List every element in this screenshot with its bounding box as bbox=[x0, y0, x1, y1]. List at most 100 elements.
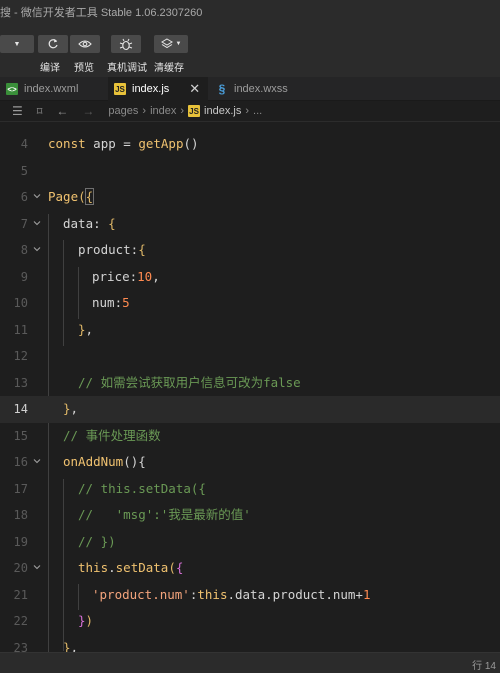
tab-label: index.wxss bbox=[234, 83, 288, 95]
line-number: 20 bbox=[13, 561, 28, 575]
fold-chevron-icon[interactable] bbox=[33, 192, 41, 200]
line-number: 10 bbox=[13, 296, 28, 310]
js-file-icon: JS bbox=[114, 83, 126, 95]
back-arrow-icon[interactable]: ← bbox=[56, 104, 68, 118]
code-text: this.setData({ bbox=[78, 560, 184, 575]
code-text: const app = getApp() bbox=[48, 136, 199, 151]
fold-chevron-icon[interactable] bbox=[33, 219, 41, 227]
code-line: 19 // }) bbox=[0, 529, 500, 556]
clear-cache-label: 清缓存 bbox=[154, 63, 184, 74]
bug-icon bbox=[119, 38, 133, 50]
js-file-icon: JS bbox=[188, 105, 201, 117]
line-number: 11 bbox=[13, 322, 28, 337]
code-line: 15 // 事件处理函数 bbox=[0, 423, 500, 450]
code-line: 11 }, bbox=[0, 317, 500, 344]
window-title: 搜 - 微信开发者工具 Stable 1.06.2307260 bbox=[0, 7, 203, 19]
breadcrumb-item-file[interactable]: index.js bbox=[204, 105, 241, 117]
line-number: 13 bbox=[13, 375, 28, 390]
fold-chevron-icon[interactable] bbox=[33, 563, 41, 571]
line-number: 12 bbox=[13, 349, 28, 363]
breadcrumb-item-more[interactable]: ... bbox=[253, 105, 262, 117]
device-debug-label: 真机调试 bbox=[107, 63, 147, 74]
code-line: 8 product:{ bbox=[0, 237, 500, 264]
code-text: num:5 bbox=[92, 295, 130, 310]
line-number: 19 bbox=[13, 534, 28, 549]
line-number: 4 bbox=[20, 137, 28, 151]
code-text: product:{ bbox=[78, 242, 146, 257]
code-text: }, bbox=[63, 639, 79, 653]
eye-icon bbox=[78, 40, 92, 48]
chevron-right-icon: › bbox=[245, 105, 250, 117]
line-number: 5 bbox=[20, 163, 28, 178]
code-text: 'product.num':this.data.product.num+1 bbox=[92, 586, 371, 602]
chevron-down-icon: ▼ bbox=[175, 41, 182, 47]
bookmark-icon[interactable]: ⌑ bbox=[37, 105, 43, 118]
line-number: 8 bbox=[20, 243, 28, 257]
window-title-bar: 搜 - 微信开发者工具 Stable 1.06.2307260 bbox=[0, 0, 500, 27]
code-text: Page({ bbox=[48, 188, 95, 205]
wxss-file-icon: § bbox=[218, 82, 226, 96]
code-comment: // }) bbox=[78, 533, 116, 549]
tab-label: index.js bbox=[132, 83, 170, 95]
code-line: 21 'product.num':this.data.product.num+1 bbox=[0, 582, 500, 609]
line-number: 22 bbox=[13, 614, 28, 628]
tab-index-wxss[interactable]: § index.wxss bbox=[210, 77, 320, 101]
code-text: }) bbox=[78, 613, 94, 628]
line-number: 21 bbox=[13, 587, 28, 602]
clear-cache-button[interactable]: ▼ bbox=[154, 35, 188, 53]
code-line: 13 // 如需尝试获取用户信息可改为false bbox=[0, 370, 500, 397]
code-text: onAddNum(){ bbox=[63, 454, 146, 469]
code-line: 20 this.setData({ bbox=[0, 555, 500, 582]
code-line: 5 bbox=[0, 158, 500, 185]
list-icon[interactable]: ☰ bbox=[12, 104, 23, 118]
wxml-file-icon: <> bbox=[6, 83, 18, 95]
code-line: 10 num:5 bbox=[0, 290, 500, 317]
preview-label: 预览 bbox=[74, 63, 94, 74]
layers-icon bbox=[160, 38, 173, 49]
tab-label: index.wxml bbox=[24, 83, 79, 95]
code-line: 22 }) bbox=[0, 608, 500, 635]
breadcrumb-item-pages[interactable]: pages bbox=[108, 105, 138, 117]
line-number: 15 bbox=[13, 428, 28, 443]
code-text: }, bbox=[78, 321, 94, 337]
mode-dropdown[interactable]: ▼ bbox=[0, 35, 34, 53]
tab-index-wxml[interactable]: <> index.wxml bbox=[0, 77, 104, 101]
forward-arrow-icon[interactable]: → bbox=[82, 104, 94, 118]
close-icon[interactable]: ✕ bbox=[189, 81, 200, 97]
code-comment: // 'msg':'我是最新的值' bbox=[78, 507, 251, 522]
fold-chevron-icon[interactable] bbox=[33, 457, 41, 465]
chevron-right-icon: › bbox=[142, 105, 147, 117]
line-number: 17 bbox=[13, 481, 28, 496]
line-number: 6 bbox=[20, 190, 28, 204]
breadcrumb-item-index[interactable]: index bbox=[150, 105, 176, 117]
code-comment: // 事件处理函数 bbox=[63, 427, 161, 443]
editor-tab-bar: <> index.wxml JS index.js ✕ § index.wxss bbox=[0, 77, 500, 101]
code-line: 16 onAddNum(){ bbox=[0, 449, 500, 476]
cursor-position[interactable]: 行 14 bbox=[472, 657, 496, 672]
line-number: 16 bbox=[13, 455, 28, 469]
code-line: 18 // 'msg':'我是最新的值' bbox=[0, 502, 500, 529]
code-editor[interactable]: 4 const app = getApp() 5 6 Page({ 7 data… bbox=[0, 122, 500, 652]
status-bar: 行 14 bbox=[0, 652, 500, 673]
code-line: 23 }, bbox=[0, 635, 500, 653]
code-comment: // this.setData({ bbox=[78, 480, 206, 496]
chevron-right-icon: › bbox=[180, 105, 185, 117]
line-number: 7 bbox=[20, 216, 28, 231]
code-line: 9 price:10, bbox=[0, 264, 500, 291]
tab-index-js[interactable]: JS index.js ✕ bbox=[108, 77, 208, 101]
code-line: 6 Page({ bbox=[0, 184, 500, 211]
line-number: 18 bbox=[13, 508, 28, 522]
code-line: 7 data: { bbox=[0, 211, 500, 238]
toolbar: ▼ ▼ 编译 预览 真机调试 清缓存 bbox=[0, 27, 500, 77]
code-text: price:10, bbox=[92, 268, 160, 284]
code-line: 17 // this.setData({ bbox=[0, 476, 500, 503]
fold-chevron-icon[interactable] bbox=[33, 245, 41, 253]
refresh-icon bbox=[48, 39, 58, 49]
compile-button[interactable] bbox=[38, 35, 68, 53]
breadcrumb: ☰ ⌑ ← → pages › index › JS index.js › ..… bbox=[0, 101, 500, 122]
code-text: data: { bbox=[63, 215, 116, 231]
code-line: 12 bbox=[0, 343, 500, 370]
device-debug-button[interactable] bbox=[111, 35, 141, 53]
preview-button[interactable] bbox=[70, 35, 100, 53]
line-number: 9 bbox=[20, 269, 28, 284]
